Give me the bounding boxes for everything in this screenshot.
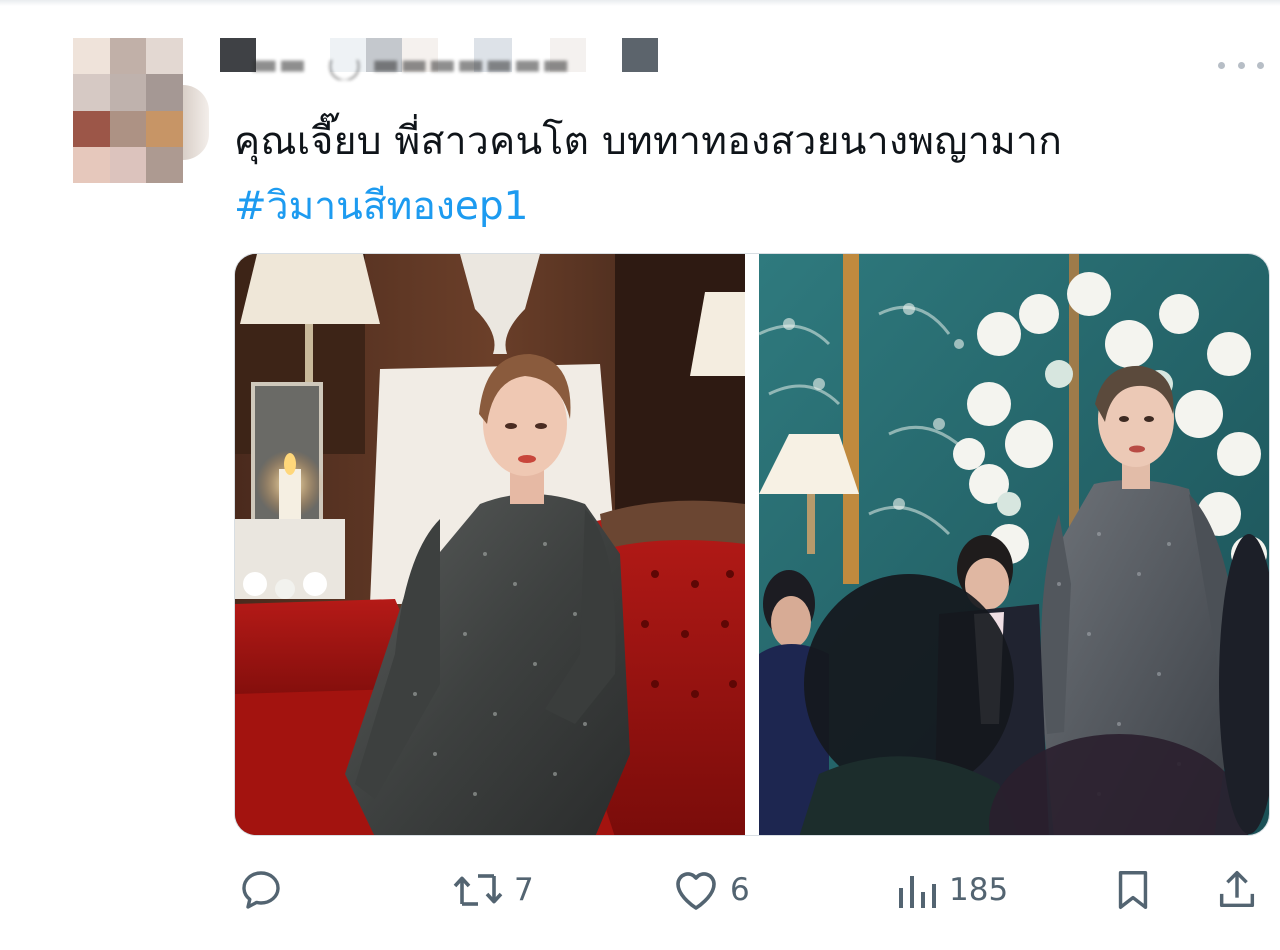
photo-left-image: [235, 254, 745, 835]
heart-icon: [676, 872, 716, 910]
media-grid: [234, 253, 1270, 836]
share-button[interactable]: [1214, 860, 1260, 920]
views-count: 185: [949, 872, 1009, 908]
like-button[interactable]: 6: [670, 860, 750, 920]
top-divider: [0, 0, 1280, 6]
bookmark-button[interactable]: [1110, 860, 1156, 920]
views-icon: [899, 876, 936, 908]
retweet-icon: [453, 874, 503, 906]
retweet-count: 7: [514, 872, 534, 908]
avatar[interactable]: [73, 38, 183, 183]
photo-right-image: [759, 254, 1269, 835]
more-dot-icon: [1218, 61, 1225, 69]
more-dot-icon: [1257, 61, 1264, 69]
hashtag-link[interactable]: #วิมานสีทองep1: [234, 175, 528, 237]
avatar-edge: [183, 85, 209, 160]
photo-right[interactable]: [759, 254, 1269, 835]
tweet-screenshot: ▬▬ ◯ ▬▬▬▬▬▬▬ คุณเจี๊ยบ พี่สาวคนโต บททาทอ…: [0, 0, 1280, 950]
bookmark-icon: [1118, 871, 1148, 909]
like-count: 6: [730, 872, 750, 908]
photo-left[interactable]: [235, 254, 745, 835]
share-icon: [1219, 871, 1255, 908]
tweet-text: คุณเจี๊ยบ พี่สาวคนโต บททาทองสวยนางพญามาก: [234, 119, 1063, 164]
censored-handle-block: [622, 38, 658, 72]
retweet-button[interactable]: 7: [450, 860, 534, 920]
more-dot-icon: [1237, 61, 1245, 69]
reply-icon: [242, 871, 280, 909]
more-options-button[interactable]: [1218, 58, 1264, 72]
views-button[interactable]: 185: [893, 860, 1008, 920]
reply-button[interactable]: [237, 860, 293, 920]
censored-handle-residue: ▬▬ ◯ ▬▬▬▬▬▬▬: [250, 60, 571, 80]
tweet-action-bar: 7 6 185: [0, 860, 1280, 920]
